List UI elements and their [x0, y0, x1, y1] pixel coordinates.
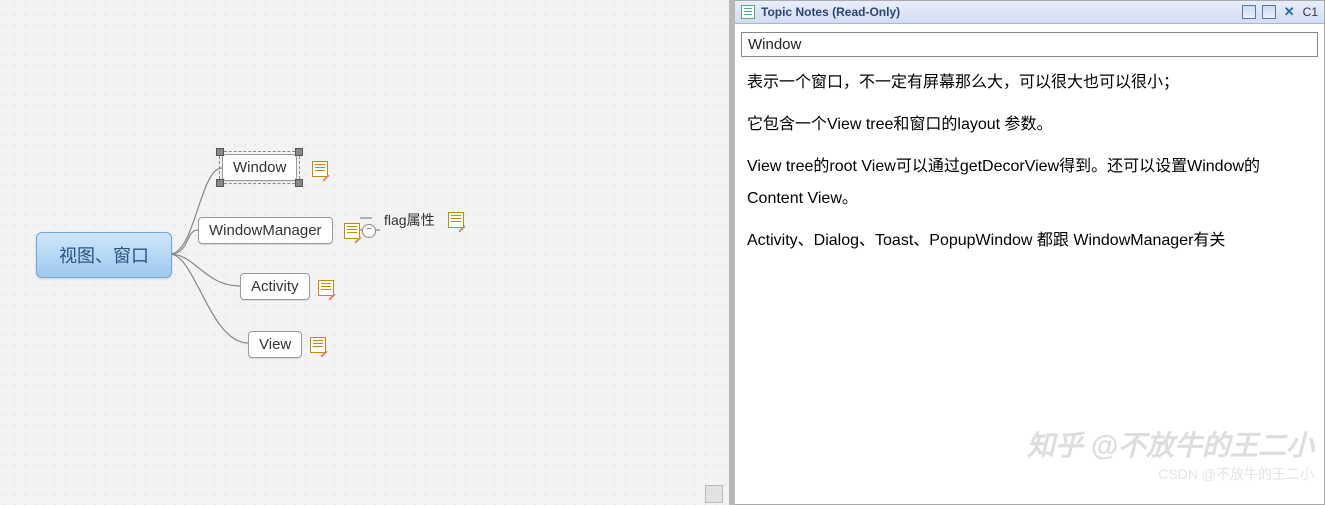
note-icon[interactable]	[312, 161, 328, 177]
topic-notes-header: Topic Notes (Read-Only) ✕ C1	[735, 1, 1324, 24]
mindmap-node-window[interactable]: Window	[222, 154, 297, 181]
mindmap-node-view[interactable]: View	[248, 331, 302, 358]
note-paragraph: View tree的root View可以通过getDecorView得到。还可…	[747, 151, 1312, 215]
watermark-line-2: CSDN @不放牛的王二小	[1027, 464, 1314, 484]
selection-handle[interactable]	[295, 148, 303, 156]
window-action-icon[interactable]	[1242, 5, 1256, 19]
selection-handle[interactable]	[216, 148, 224, 156]
window-action-icon[interactable]	[1262, 5, 1276, 19]
mindmap-canvas[interactable]: 视图、窗口 Window WindowManager − flag属性 Acti…	[0, 0, 735, 505]
mindmap-node-windowmanager[interactable]: WindowManager	[198, 217, 333, 244]
note-icon[interactable]	[344, 223, 360, 239]
note-icon[interactable]	[448, 212, 464, 228]
node-label: Window	[233, 159, 286, 176]
watermark-line-1: 知乎 @不放牛的王二小	[1027, 424, 1314, 464]
note-icon[interactable]	[310, 337, 326, 353]
scrollbar-corner[interactable]	[705, 485, 723, 503]
selection-handle[interactable]	[295, 179, 303, 187]
mindmap-root-node[interactable]: 视图、窗口	[36, 232, 172, 278]
note-body[interactable]: 表示一个窗口，不一定有屏幕那么大，可以很大也可以很小； 它包含一个View tr…	[735, 61, 1324, 273]
notes-icon	[741, 5, 755, 19]
selection-handle[interactable]	[216, 179, 224, 187]
note-paragraph: 它包含一个View tree和窗口的layout 参数。	[747, 109, 1312, 141]
watermark: 知乎 @不放牛的王二小 CSDN @不放牛的王二小	[1027, 424, 1314, 484]
node-label: View	[259, 336, 291, 353]
node-label: WindowManager	[209, 222, 322, 239]
collapse-toggle[interactable]: −	[362, 224, 376, 238]
close-icon[interactable]: ✕	[1282, 4, 1297, 20]
note-icon[interactable]	[318, 280, 334, 296]
node-label: Activity	[251, 278, 299, 295]
topic-notes-panel: Topic Notes (Read-Only) ✕ C1 Window 表示一个…	[735, 0, 1325, 505]
mindmap-node-flag[interactable]: flag属性	[384, 210, 435, 230]
note-paragraph: Activity、Dialog、Toast、PopupWindow 都跟 Win…	[747, 225, 1312, 257]
note-topic-name: Window	[741, 32, 1318, 57]
header-right-text: C1	[1303, 5, 1318, 19]
mindmap-node-activity[interactable]: Activity	[240, 273, 310, 300]
topic-notes-title: Topic Notes (Read-Only)	[761, 5, 1236, 19]
note-paragraph: 表示一个窗口，不一定有屏幕那么大，可以很大也可以很小；	[747, 67, 1312, 99]
